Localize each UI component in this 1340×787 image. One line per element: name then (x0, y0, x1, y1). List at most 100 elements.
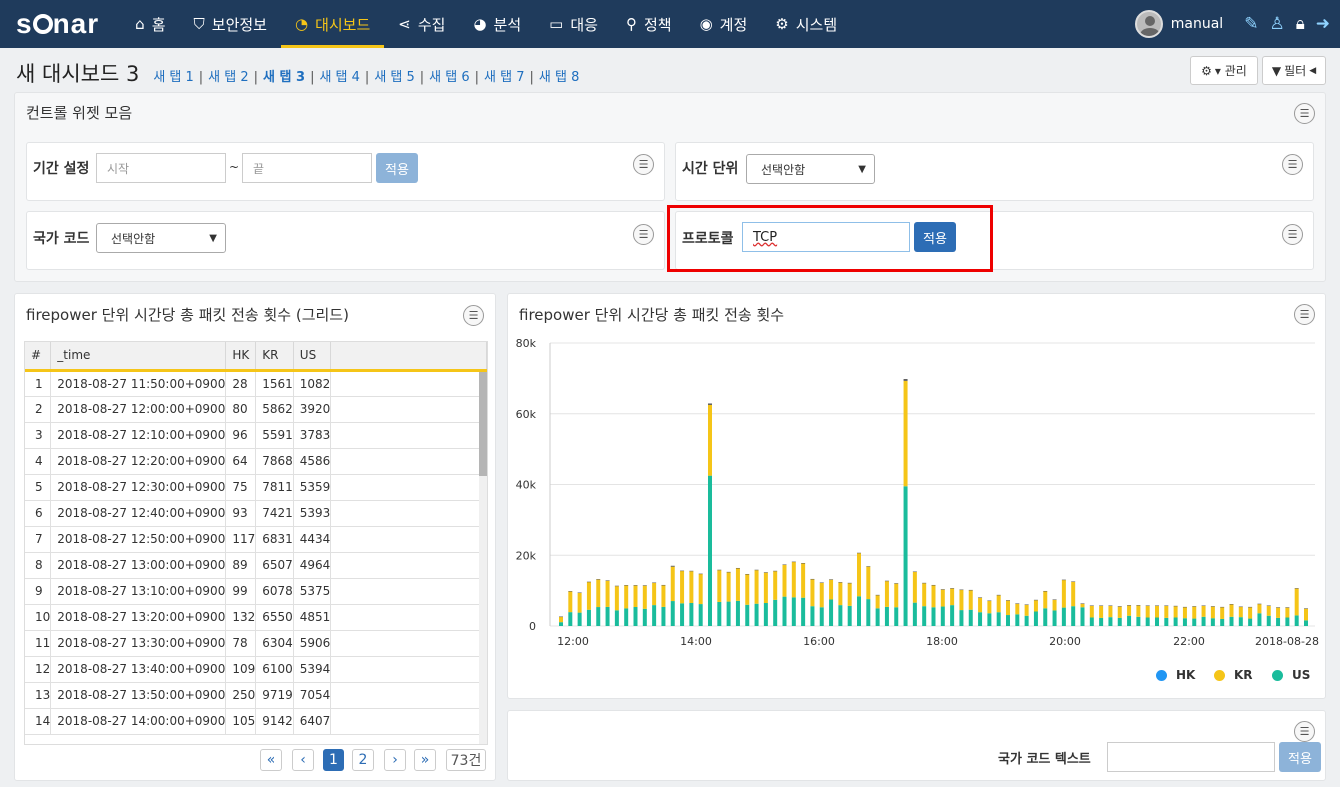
table-row[interactable]: 8 2018-08-27 13:00:00+0900 89 6507 4964 (25, 552, 487, 579)
bar-hk (1061, 579, 1066, 581)
nav-item-8[interactable]: ⚙ 시스템 (761, 0, 851, 48)
start-input[interactable]: 시작 (96, 153, 226, 183)
grid-scrollbar[interactable] (479, 372, 487, 744)
panel-menu-icon[interactable]: ☰ (1294, 304, 1315, 325)
grid-table-wrap: # _time HK KR US 1 2018-08-27 11:50:00+0900 28… (24, 341, 488, 745)
bar-us (1052, 610, 1057, 626)
table-row[interactable]: 13 2018-08-27 13:50:00+0900 250 9719 7054 (25, 682, 487, 709)
page-1-button[interactable]: 1 (323, 749, 344, 771)
country-text-apply-button[interactable]: 적용 (1279, 742, 1321, 772)
table-row[interactable]: 12 2018-08-27 13:40:00+0900 109 6100 5394 (25, 656, 487, 683)
widget-menu-icon[interactable]: ☰ (1282, 224, 1303, 245)
legend-item-kr[interactable]: KR (1214, 668, 1253, 682)
y-tick-label: 80k (516, 337, 537, 350)
table-cell: 6550 (255, 604, 294, 631)
column-header[interactable]: KR (255, 342, 294, 372)
bar-hk (605, 580, 610, 581)
table-cell: 13 (25, 682, 52, 709)
bar-kr (1192, 606, 1197, 619)
nav-item-1[interactable]: ⛉ 보안정보 (180, 0, 281, 48)
column-header[interactable]: US (293, 342, 332, 372)
table-row[interactable]: 9 2018-08-27 13:10:00+0900 99 6078 5375 (25, 578, 487, 605)
nav-item-7[interactable]: ◉ 계정 (686, 0, 762, 48)
table-cell: 2018-08-27 13:30:00+0900 (50, 630, 227, 657)
column-header[interactable]: # (25, 342, 52, 372)
table-row[interactable]: 5 2018-08-27 12:30:00+0900 75 7811 5359 (25, 474, 487, 501)
nav-item-2[interactable]: ◔ 대시보드 (280, 0, 385, 48)
bar-hk (847, 582, 852, 584)
bar-us (931, 607, 936, 626)
table-cell-empty (330, 656, 487, 683)
widget-menu-icon[interactable]: ☰ (1294, 721, 1315, 742)
table-row[interactable]: 14 2018-08-27 14:00:00+0900 105 9142 6407 (25, 708, 487, 735)
widget-menu-icon[interactable]: ☰ (633, 154, 654, 175)
bar-us (670, 601, 675, 626)
sonar-logo[interactable]: s nar (16, 8, 99, 40)
bar-us (875, 608, 880, 626)
page-2-button[interactable]: 2 (352, 749, 374, 771)
bar-kr (782, 564, 787, 597)
manage-button[interactable]: ⚙ ▾ 관리 (1190, 56, 1258, 85)
country-select[interactable]: 선택안함 ▼ (96, 223, 226, 253)
table-row[interactable]: 3 2018-08-27 12:10:00+0900 96 5591 3783 (25, 422, 487, 449)
widget-menu-icon[interactable]: ☰ (1282, 154, 1303, 175)
nav-item-0[interactable]: ⌂ 홈 (121, 0, 179, 48)
user-outline-icon[interactable]: ♙ (1269, 14, 1284, 34)
country-text-input[interactable] (1107, 742, 1275, 772)
bar-kr (624, 585, 629, 609)
table-row[interactable]: 7 2018-08-27 12:50:00+0900 117 6831 4434 (25, 526, 487, 553)
bar-kr (1127, 605, 1132, 616)
table-cell: 75 (225, 474, 257, 501)
nav-item-5[interactable]: ▭ 대응 (535, 0, 612, 48)
panel-menu-icon[interactable]: ☰ (1294, 103, 1315, 124)
time-unit-select[interactable]: 선택안함 ▼ (746, 154, 875, 184)
logout-icon[interactable]: ➜ (1316, 14, 1330, 34)
table-row[interactable]: 11 2018-08-27 13:30:00+0900 78 6304 5906 (25, 630, 487, 657)
bar-hk (1220, 606, 1225, 608)
bar-us (596, 607, 601, 626)
bar-kr (829, 579, 834, 600)
table-row[interactable]: 10 2018-08-27 13:20:00+0900 132 6550 4851 (25, 604, 487, 631)
next-page-button[interactable]: › (384, 749, 406, 771)
bar-kr (1220, 607, 1225, 619)
nav-item-3[interactable]: ⋖ 수집 (384, 0, 459, 48)
end-input[interactable]: 끝 (242, 153, 372, 183)
avatar[interactable] (1134, 10, 1163, 38)
prev-page-button[interactable]: ‹ (292, 749, 314, 771)
nav-item-label: 계정 (719, 15, 748, 34)
column-header[interactable]: _time (50, 342, 227, 372)
nav-item-4[interactable]: ◕ 분석 (459, 0, 535, 48)
widget-menu-icon[interactable]: ☰ (633, 224, 654, 245)
tab-link-6[interactable]: 새 탭 6 (429, 70, 469, 85)
period-apply-button[interactable]: 적용 (376, 153, 418, 183)
username[interactable]: manual (1171, 16, 1223, 32)
tab-link-1[interactable]: 새 탭 1 (153, 70, 193, 85)
tab-link-4[interactable]: 새 탭 4 (319, 70, 359, 85)
bar-kr (1266, 605, 1271, 616)
nav-item-6[interactable]: ⚲ 정책 (612, 0, 686, 48)
first-page-button[interactable]: « (260, 749, 282, 771)
table-row[interactable]: 4 2018-08-27 12:20:00+0900 64 7868 4586 (25, 448, 487, 475)
bar-hk (782, 564, 787, 565)
table-row[interactable]: 6 2018-08-27 12:40:00+0900 93 7421 5393 (25, 500, 487, 527)
last-page-button[interactable]: » (414, 749, 436, 771)
tab-link-5[interactable]: 새 탭 5 (374, 70, 414, 85)
tab-link-7[interactable]: 새 탭 7 (484, 70, 524, 85)
ticket-icon[interactable]: ✎ (1244, 14, 1258, 34)
bar-hk (959, 589, 964, 591)
tab-link-2[interactable]: 새 탭 2 (208, 70, 248, 85)
table-row[interactable]: 2 2018-08-27 12:00:00+0900 80 5862 3920 (25, 396, 487, 423)
bar-hk (978, 597, 983, 598)
filter-button[interactable]: ▼ 필터 ◀ (1262, 56, 1326, 85)
lock-icon[interactable]: 🔒︎ (1296, 14, 1305, 34)
panel-menu-icon[interactable]: ☰ (463, 305, 484, 326)
bar-hk (1182, 606, 1187, 608)
tab-link-3[interactable]: 새 탭 3 (263, 70, 305, 85)
bar-hk (1145, 605, 1150, 606)
legend-item-hk[interactable]: HK (1156, 668, 1195, 682)
column-header[interactable]: HK (225, 342, 257, 372)
table-row[interactable]: 1 2018-08-27 11:50:00+0900 28 1561 1082 (25, 370, 487, 397)
scrollbar-thumb[interactable] (479, 372, 487, 476)
tab-link-8[interactable]: 새 탭 8 (539, 70, 579, 85)
legend-item-us[interactable]: US (1272, 668, 1310, 682)
